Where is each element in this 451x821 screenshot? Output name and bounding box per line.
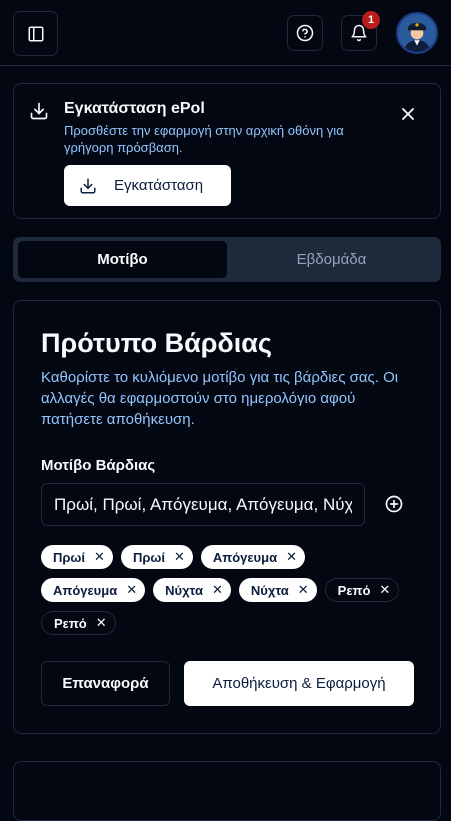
shift-chip: Πρωί ✕ [120, 545, 193, 569]
install-banner: Εγκατάσταση ePol Προσθέστε την εφαρμογή … [13, 83, 441, 219]
pattern-chips: Πρωί ✕ Πρωί ✕ Απόγευμα ✕ Απόγευμα ✕ Νύχτα ✕ Ν… [41, 545, 421, 644]
shift-chip-label: Απόγευμα [212, 549, 278, 565]
shift-chip-label: Ρεπό [54, 615, 87, 631]
remove-icon[interactable]: ✕ [96, 615, 107, 631]
shift-chip-label: Ρεπό [337, 582, 371, 598]
shift-chip-label: Απόγευμα [53, 582, 118, 598]
remove-icon[interactable]: ✕ [126, 582, 137, 598]
shift-template-description: Καθορίστε το κυλιόμενο μοτίβο για τις βά… [41, 369, 399, 428]
tab-pattern[interactable]: Μοτίβο [18, 241, 227, 278]
install-button-label: Εγκατάσταση [114, 177, 204, 194]
download-icon [80, 178, 96, 193]
shift-chip: Απόγευμα ✕ [41, 578, 146, 602]
install-button[interactable]: Εγκατάσταση [64, 165, 231, 206]
shift-chip-label: Πρωί [132, 549, 165, 565]
install-banner-description: Προσθέστε την εφαρμογή στην αρχική οθόνη… [64, 123, 344, 155]
remove-icon[interactable]: ✕ [174, 549, 185, 565]
shift-chip: Νύχτα ✕ [153, 578, 231, 602]
shift-template-card: Πρότυπο Βάρδιας Καθορίστε το κυλιόμενο μ… [13, 300, 441, 734]
sidebar-toggle-button[interactable] [13, 11, 58, 56]
save-apply-button[interactable]: Αποθήκευση & Εφαρμογή [184, 661, 414, 706]
notification-badge: 1 [362, 11, 380, 29]
shift-chip: Πρωί ✕ [41, 545, 113, 569]
view-tabs: Μοτίβο Εβδομάδα [13, 237, 441, 282]
remove-icon[interactable]: ✕ [379, 582, 390, 598]
shift-chip: Νύχτα ✕ [238, 578, 317, 602]
shift-chip-label: Νύχτα [250, 582, 289, 598]
top-bar: 1 [0, 0, 451, 66]
help-button[interactable] [287, 15, 323, 51]
help-icon [296, 24, 314, 42]
user-avatar-icon [398, 14, 436, 52]
tab-week[interactable]: Εβδομάδα [227, 241, 436, 278]
pattern-label: Μοτίβο Βάρδιας [41, 457, 156, 474]
remove-icon[interactable]: ✕ [298, 582, 309, 598]
download-icon [30, 102, 48, 120]
remove-icon[interactable]: ✕ [286, 549, 297, 565]
reset-button[interactable]: Επαναφορά [41, 661, 170, 706]
shift-chip: Ρεπό ✕ [41, 611, 116, 635]
sidebar-icon [28, 26, 43, 41]
shift-chip: Ρεπό ✕ [324, 578, 400, 602]
remove-icon[interactable]: ✕ [212, 582, 223, 598]
avatar[interactable] [396, 12, 438, 54]
secondary-card [13, 761, 441, 821]
shift-chip-label: Νύχτα [165, 582, 203, 598]
page-title: Πρότυπο Βάρδιας [41, 328, 272, 358]
shift-chip: Απόγευμα ✕ [200, 545, 305, 569]
add-circle-icon[interactable] [384, 494, 404, 514]
shift-chip-label: Πρωί [53, 549, 86, 565]
pattern-input[interactable] [41, 483, 365, 526]
close-icon[interactable] [398, 104, 418, 124]
install-banner-title: Εγκατάσταση ePol [64, 100, 205, 117]
remove-icon[interactable]: ✕ [94, 549, 105, 565]
